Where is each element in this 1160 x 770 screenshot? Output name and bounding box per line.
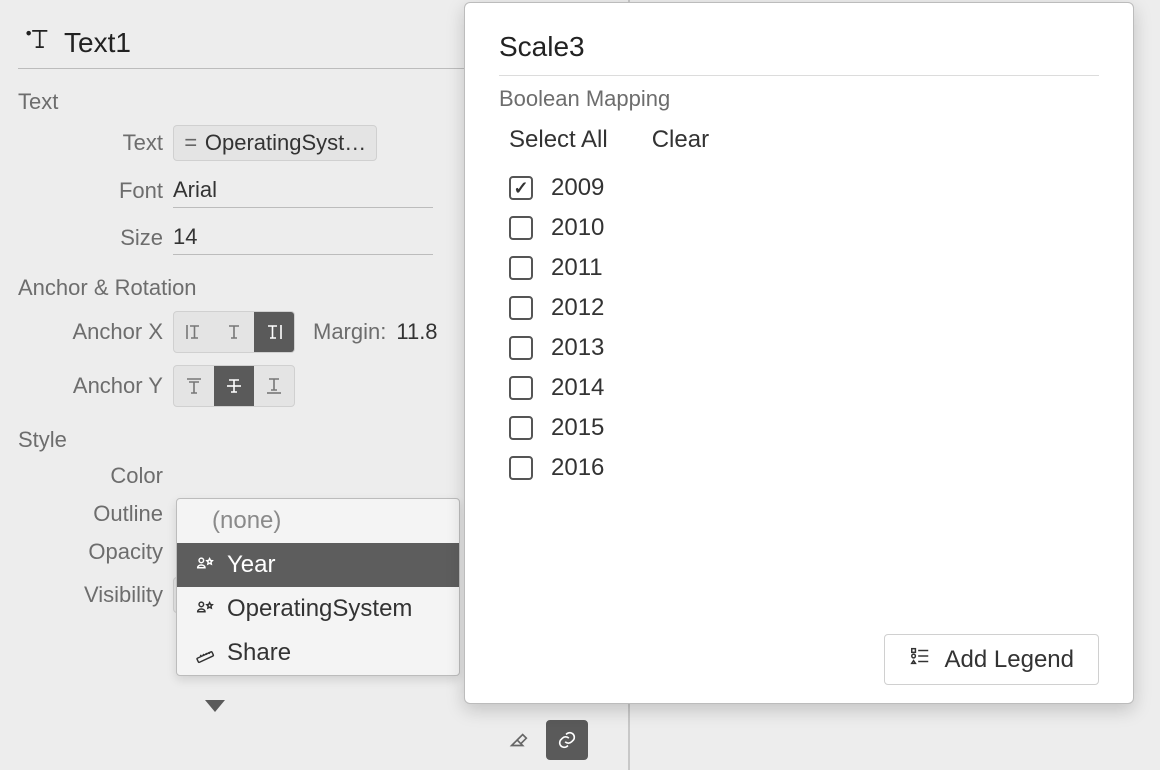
scale-popover: Scale3 Boolean Mapping Select All Clear … [464, 2, 1134, 704]
scale-title: Scale3 [499, 31, 1099, 76]
check-label: 2009 [551, 174, 604, 202]
expression-equals-icon: = [184, 130, 197, 156]
check-label: 2010 [551, 214, 604, 242]
check-row[interactable]: 2010 [509, 214, 1099, 242]
dropdown-item-year[interactable]: Year [177, 543, 459, 587]
check-label: 2014 [551, 374, 604, 402]
column-picker-dropdown: (none) Year OperatingSystem Share [176, 498, 460, 676]
text-mark-icon [24, 25, 52, 60]
legend-icon [909, 645, 931, 674]
checkbox-icon[interactable] [509, 256, 533, 280]
anchor-y-group [173, 365, 295, 407]
text-expression-value: OperatingSyst… [205, 130, 366, 156]
check-row[interactable]: 2016 [509, 454, 1099, 482]
anchor-x-right-button[interactable] [254, 312, 294, 352]
category-icon [193, 553, 217, 577]
font-input[interactable] [173, 173, 433, 208]
checkbox-icon[interactable] [509, 376, 533, 400]
color-label: Color [18, 463, 173, 489]
dropdown-item-label: Share [227, 639, 291, 667]
dropdown-pointer-icon [205, 700, 225, 712]
check-label: 2016 [551, 454, 604, 482]
popover-footer: Add Legend [499, 634, 1099, 685]
scale-actions: Select All Clear [499, 126, 1099, 154]
scale-checklist: 2009 2010 2011 2012 2013 2014 2015 2016 [499, 162, 1099, 634]
category-icon [193, 597, 217, 621]
dropdown-item-none[interactable]: (none) [177, 499, 459, 543]
font-label: Font [18, 178, 173, 204]
dropdown-item-share[interactable]: Share [177, 631, 459, 675]
size-label: Size [18, 225, 173, 251]
check-row[interactable]: 2014 [509, 374, 1099, 402]
checkbox-icon[interactable] [509, 416, 533, 440]
checkbox-icon[interactable] [509, 296, 533, 320]
text-expression-chip[interactable]: = OperatingSyst… [173, 125, 377, 161]
visibility-label: Visibility [18, 582, 173, 608]
check-label: 2011 [551, 254, 603, 282]
anchor-y-bottom-button[interactable] [254, 366, 294, 406]
text-label: Text [18, 130, 173, 156]
outline-label: Outline [18, 501, 173, 527]
check-row[interactable]: 2012 [509, 294, 1099, 322]
margin-value: 11.8 [396, 319, 437, 345]
select-all-button[interactable]: Select All [509, 126, 608, 154]
scale-subtitle: Boolean Mapping [499, 86, 1099, 112]
dropdown-none-label: (none) [212, 507, 281, 535]
add-legend-label: Add Legend [945, 646, 1074, 674]
checkbox-icon[interactable] [509, 336, 533, 360]
check-row[interactable]: 2009 [509, 174, 1099, 202]
checkbox-icon[interactable] [509, 456, 533, 480]
anchor-x-group [173, 311, 295, 353]
checkbox-icon[interactable] [509, 176, 533, 200]
margin-label: Margin: [313, 319, 386, 345]
ruler-icon [193, 641, 217, 665]
opacity-label: Opacity [18, 539, 173, 565]
visibility-actions [498, 720, 588, 760]
link-button[interactable] [546, 720, 588, 760]
anchor-y-middle-button[interactable] [214, 366, 254, 406]
anchor-y-top-button[interactable] [174, 366, 214, 406]
panel-title: Text1 [64, 27, 131, 59]
check-label: 2012 [551, 294, 604, 322]
anchor-x-left-button[interactable] [174, 312, 214, 352]
size-input[interactable] [173, 220, 433, 255]
clear-button[interactable]: Clear [652, 126, 709, 154]
add-legend-button[interactable]: Add Legend [884, 634, 1099, 685]
erase-button[interactable] [498, 720, 540, 760]
checkbox-icon[interactable] [509, 216, 533, 240]
check-row[interactable]: 2013 [509, 334, 1099, 362]
anchor-x-label: Anchor X [18, 319, 173, 345]
check-row[interactable]: 2011 [509, 254, 1099, 282]
dropdown-item-operatingsystem[interactable]: OperatingSystem [177, 587, 459, 631]
dropdown-item-label: Year [227, 551, 276, 579]
anchor-y-label: Anchor Y [18, 373, 173, 399]
check-label: 2015 [551, 414, 604, 442]
anchor-x-center-button[interactable] [214, 312, 254, 352]
dropdown-item-label: OperatingSystem [227, 595, 412, 623]
check-row[interactable]: 2015 [509, 414, 1099, 442]
check-label: 2013 [551, 334, 604, 362]
